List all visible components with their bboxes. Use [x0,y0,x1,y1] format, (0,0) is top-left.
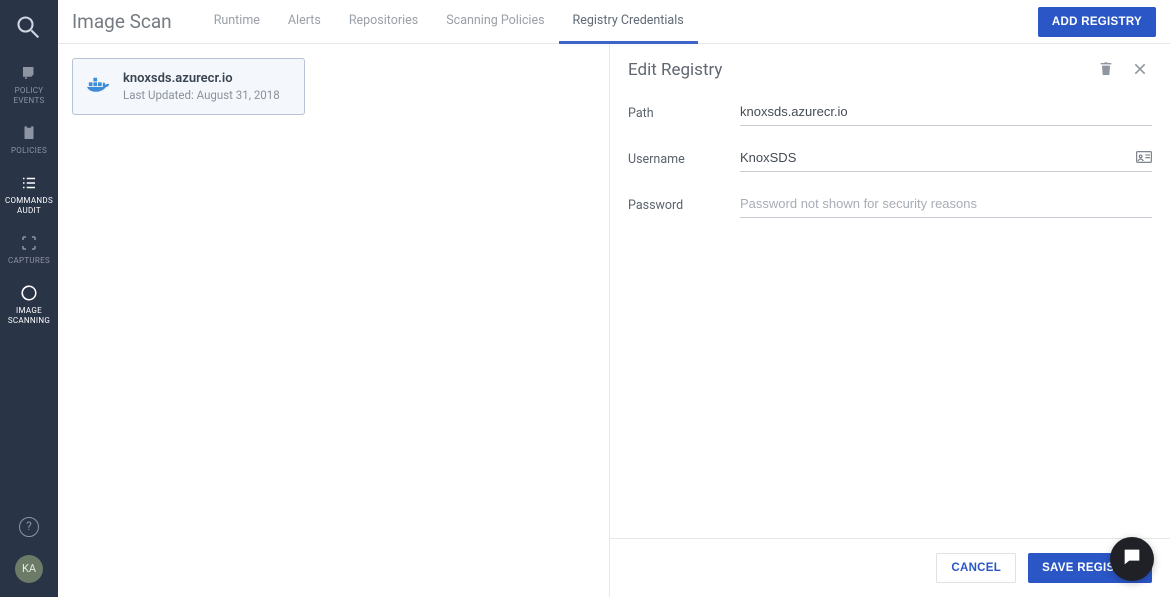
registry-name: knoxsds.azurecr.io [123,71,292,86]
page-title: Image Scan [72,10,172,33]
trash-icon [1098,61,1114,80]
close-panel-button[interactable] [1128,58,1152,82]
tabs: Runtime Alerts Repositories Scanning Pol… [200,0,698,44]
path-input[interactable] [740,100,1152,126]
sidebar-item-policy-events[interactable]: POLICY EVENTS [0,56,58,116]
password-label: Password [628,198,740,213]
help-button[interactable]: ? [19,517,39,537]
sidebar-item-label: COMMANDS AUDIT [5,196,53,215]
registry-list-pane: knoxsds.azurecr.io Last Updated: August … [58,44,610,597]
sidebar-item-label: IMAGE SCANNING [8,306,50,325]
path-label: Path [628,106,740,121]
topbar: Image Scan Runtime Alerts Repositories S… [58,0,1170,44]
edit-heading: Edit Registry [628,60,1084,80]
edit-registry-pane: Edit Registry Path [610,44,1170,597]
tab-scanning-policies[interactable]: Scanning Policies [432,0,558,44]
registry-updated: Last Updated: August 31, 2018 [123,88,292,102]
tab-registry-credentials[interactable]: Registry Credentials [559,0,698,44]
username-label: Username [628,152,740,167]
sidebar-item-label: CAPTURES [8,256,50,265]
tab-runtime[interactable]: Runtime [200,0,274,44]
user-avatar[interactable]: KA [15,555,43,583]
add-registry-button[interactable]: ADD REGISTRY [1038,7,1156,37]
chat-icon [1121,546,1143,572]
delete-registry-button[interactable] [1094,58,1118,82]
sidebar-item-image-scanning[interactable]: IMAGE SCANNING [0,276,58,336]
cancel-button[interactable]: CANCEL [936,553,1016,583]
tab-alerts[interactable]: Alerts [274,0,335,44]
app-logo [15,14,43,42]
registry-card[interactable]: knoxsds.azurecr.io Last Updated: August … [72,58,305,115]
edit-footer: CANCEL SAVE REGISTRY [610,538,1170,597]
sidebar-item-captures[interactable]: CAPTURES [0,226,58,276]
sidebar-item-label: POLICY EVENTS [13,86,44,105]
docker-icon [87,75,109,93]
page: Image Scan Runtime Alerts Repositories S… [58,0,1170,597]
chat-fab[interactable] [1110,537,1154,581]
sidebar-item-commands-audit[interactable]: COMMANDS AUDIT [0,166,58,226]
sidebar-item-label: POLICIES [11,146,47,155]
sidebar: POLICY EVENTS POLICIES COMMANDS AUDIT CA… [0,0,58,597]
sidebar-item-policies[interactable]: POLICIES [0,116,58,166]
password-input[interactable] [740,192,1152,218]
contact-card-icon[interactable] [1136,148,1152,162]
close-icon [1132,61,1148,80]
tab-repositories[interactable]: Repositories [335,0,432,44]
username-input[interactable] [740,146,1152,172]
